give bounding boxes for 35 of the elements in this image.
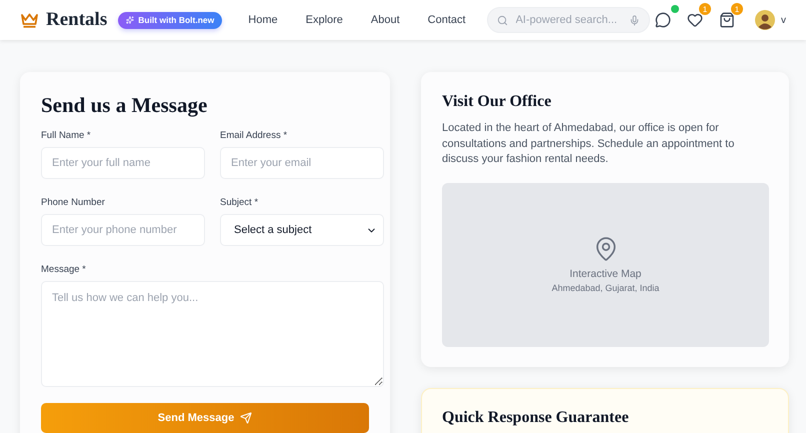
- map-title: Interactive Map: [570, 268, 642, 280]
- count-badge: 1: [731, 3, 743, 15]
- search-icon: [496, 14, 508, 26]
- crown-icon: [21, 12, 38, 28]
- send-icon: [240, 412, 252, 424]
- office-title: Visit Our Office: [442, 93, 552, 111]
- map-location: Ahmedabad, Gujarat, India: [552, 283, 660, 293]
- cart-button[interactable]: [719, 12, 735, 28]
- office-description: Located in the heart of Ahmedabad, our office is open for consultations and partnerships. Schedule an appointment to discuss your fashion rental needs.: [442, 121, 736, 167]
- chat-button[interactable]: [655, 12, 671, 28]
- wishlist-button[interactable]: [687, 12, 703, 28]
- user-initial[interactable]: v: [781, 14, 786, 26]
- search-field[interactable]: AI-powered search...: [514, 13, 623, 27]
- map-placeholder[interactable]: Interactive Map Ahmedabad, Gujarat, India: [442, 182, 769, 346]
- field-label: Full Name *: [41, 130, 92, 141]
- field-label: Message *: [41, 264, 87, 275]
- nav-link[interactable]: Home: [248, 14, 278, 26]
- brand-name: Rentals: [46, 9, 108, 31]
- text-field[interactable]: Enter your email: [220, 147, 384, 179]
- built-with-badge[interactable]: Built with Bolt.new: [118, 12, 222, 28]
- guarantee-title: Quick Response Guarantee: [442, 408, 630, 426]
- text-field[interactable]: Enter your full name: [41, 147, 205, 179]
- field-label: Subject *: [220, 197, 260, 208]
- subject-select[interactable]: Select a subject: [220, 214, 384, 246]
- search-bar[interactable]: AI-powered search...: [486, 7, 650, 33]
- text-field[interactable]: Enter your phone number: [41, 214, 205, 246]
- nav-link[interactable]: Explore: [306, 14, 343, 26]
- nav-link[interactable]: Contact: [428, 14, 466, 26]
- nav-link[interactable]: About: [370, 14, 400, 26]
- field-label: Email Address *: [220, 130, 288, 141]
- field-label: Phone Number: [41, 197, 106, 208]
- message-field[interactable]: Tell us how we can help you...: [41, 281, 384, 387]
- form-title: Send us a Message: [41, 93, 208, 118]
- avatar: [755, 10, 775, 30]
- count-badge: 1: [699, 3, 711, 15]
